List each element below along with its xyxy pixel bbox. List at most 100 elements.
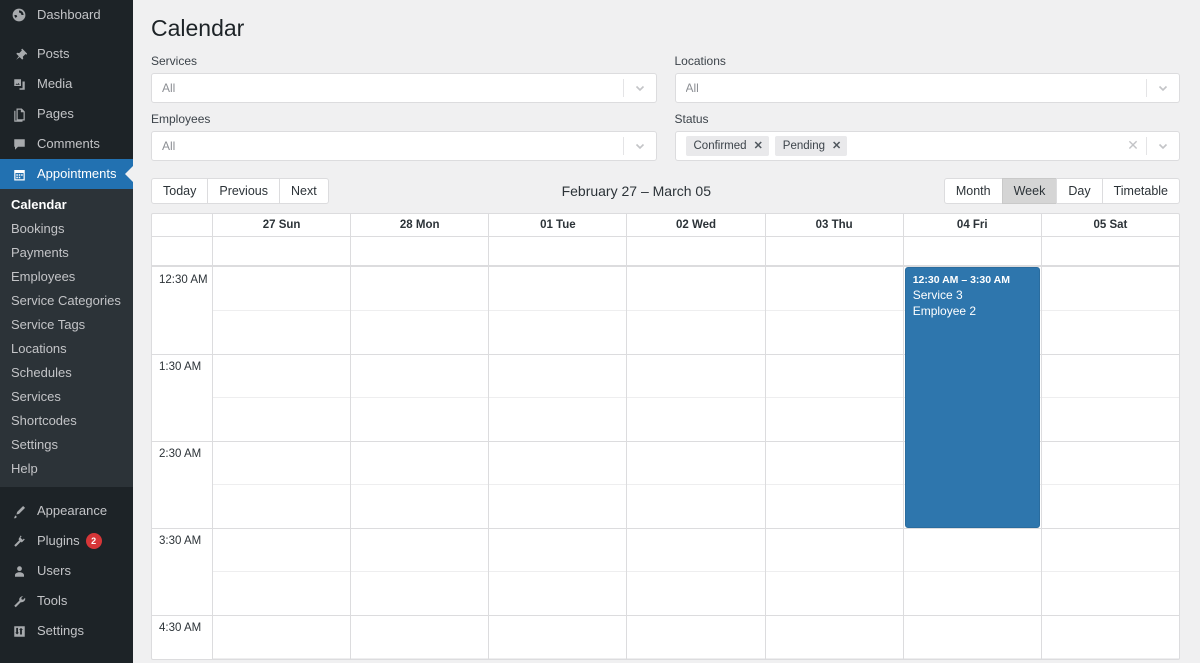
submenu-item-settings[interactable]: Settings [0, 433, 133, 457]
nav-button-group: Today Previous Next [151, 177, 329, 204]
clear-all-icon[interactable]: ✕ [1120, 137, 1146, 154]
sidebar-item-label: Media [37, 76, 73, 91]
employees-select[interactable]: All [151, 130, 657, 161]
pages-icon [9, 104, 29, 124]
status-chip-pending[interactable]: Pending ✕ [774, 135, 848, 156]
view-month-button[interactable]: Month [943, 177, 1003, 204]
all-day-cell-4[interactable] [766, 236, 904, 265]
submenu-label: Service Tags [11, 317, 86, 332]
submenu-label: Payments [11, 245, 69, 260]
all-day-gutter [152, 236, 213, 265]
plugins-update-badge: 2 [85, 533, 102, 549]
day-column-6[interactable] [1041, 267, 1179, 659]
pin-icon [9, 44, 29, 64]
submenu-item-shortcodes[interactable]: Shortcodes [0, 409, 133, 433]
sidebar-item-appearance[interactable]: Appearance [0, 496, 133, 526]
all-day-cell-3[interactable] [627, 236, 766, 265]
chevron-down-icon[interactable] [1147, 140, 1179, 152]
previous-button[interactable]: Previous [207, 177, 280, 204]
view-button-group: Month Week Day Timetable [943, 177, 1180, 204]
view-week-button[interactable]: Week [1001, 177, 1058, 204]
all-day-cell-5[interactable] [904, 236, 1042, 265]
submenu-item-help[interactable]: Help [0, 457, 133, 481]
submenu-item-calendar[interactable]: Calendar [0, 193, 133, 217]
all-day-cell-1[interactable] [351, 236, 490, 265]
dashboard-icon [9, 5, 29, 25]
menu-divider-bottom [0, 487, 133, 496]
chevron-down-icon[interactable] [1147, 82, 1179, 94]
all-day-cell-6[interactable] [1042, 237, 1179, 265]
submenu-item-bookings[interactable]: Bookings [0, 217, 133, 241]
submenu-item-schedules[interactable]: Schedules [0, 361, 133, 385]
all-day-cell-2[interactable] [489, 236, 628, 265]
day-header-5[interactable]: 04 Fri [904, 213, 1042, 236]
status-chip-list: Confirmed ✕ Pending ✕ [685, 135, 1121, 156]
all-day-cell-0[interactable] [213, 236, 352, 265]
sidebar-item-tools[interactable]: Tools [0, 586, 133, 616]
submenu-item-payments[interactable]: Payments [0, 241, 133, 265]
sidebar-item-settings[interactable]: Settings [0, 616, 133, 646]
close-icon[interactable]: ✕ [832, 139, 841, 152]
user-icon [9, 561, 29, 581]
submenu-item-services[interactable]: Services [0, 385, 133, 409]
close-icon[interactable]: ✕ [754, 139, 763, 152]
sidebar-item-posts[interactable]: Posts [0, 39, 133, 69]
sidebar-item-pages[interactable]: Pages [0, 99, 133, 129]
services-select[interactable]: All [151, 72, 657, 103]
admin-sidebar: Dashboard Posts Media Pages Comments App… [0, 0, 133, 663]
sidebar-item-comments[interactable]: Comments [0, 129, 133, 159]
sidebar-item-appointments[interactable]: Appointments [0, 159, 133, 189]
appointment-event[interactable]: 12:30 AM – 3:30 AM Service 3 Employee 2 [904, 266, 1040, 528]
chevron-down-icon[interactable] [624, 82, 656, 94]
submenu-label: Services [11, 389, 61, 404]
sidebar-item-label: Appointments [37, 166, 117, 181]
day-header-6[interactable]: 05 Sat [1042, 214, 1179, 236]
status-select[interactable]: Confirmed ✕ Pending ✕ ✕ [674, 130, 1180, 161]
day-header-1[interactable]: 28 Mon [351, 213, 490, 236]
status-chip-confirmed[interactable]: Confirmed ✕ [685, 135, 769, 156]
sidebar-main-menu: Dashboard Posts Media Pages Comments App… [0, 0, 133, 189]
wrench-icon [9, 591, 29, 611]
today-button[interactable]: Today [151, 177, 209, 204]
submenu-item-service-tags[interactable]: Service Tags [0, 313, 133, 337]
sidebar-item-label: Plugins [37, 533, 80, 548]
brush-icon [9, 501, 29, 521]
submenu-label: Schedules [11, 365, 72, 380]
day-header-3[interactable]: 02 Wed [627, 213, 766, 236]
submenu-item-locations[interactable]: Locations [0, 337, 133, 361]
event-time: 12:30 AM – 3:30 AM [912, 273, 1010, 286]
submenu-item-employees[interactable]: Employees [0, 265, 133, 289]
view-day-button[interactable]: Day [1056, 177, 1103, 204]
employees-field: Employees All [151, 112, 657, 161]
sidebar-item-plugins[interactable]: Plugins 2 [0, 526, 133, 556]
view-timetable-button[interactable]: Timetable [1101, 177, 1180, 204]
day-column-5[interactable]: 12:30 AM – 3:30 AM Service 3 Employee 2 [903, 266, 1042, 659]
sliders-icon [9, 621, 29, 641]
sidebar-item-dashboard[interactable]: Dashboard [0, 0, 133, 30]
day-column-4[interactable] [765, 266, 904, 659]
day-header-4[interactable]: 03 Thu [766, 213, 904, 236]
plug-icon [9, 531, 29, 551]
day-column-1[interactable] [351, 266, 490, 659]
media-icon [9, 74, 29, 94]
time-label-4: 4:30 AM [159, 621, 202, 634]
sidebar-item-media[interactable]: Media [0, 69, 133, 99]
day-column-2[interactable] [489, 266, 628, 659]
main-content: Calendar Services All Employees All Loca… [133, 0, 1200, 663]
date-range-title: February 27 – March 05 [561, 182, 711, 199]
filter-column-left: Services All Employees All [151, 54, 657, 170]
services-value: All [162, 80, 176, 95]
submenu-label: Help [11, 461, 38, 476]
sidebar-item-users[interactable]: Users [0, 556, 133, 586]
day-column-3[interactable] [627, 266, 766, 659]
locations-select[interactable]: All [674, 72, 1180, 103]
submenu-item-service-categories[interactable]: Service Categories [0, 289, 133, 313]
day-column-0[interactable] [213, 266, 352, 659]
sidebar-item-label: Settings [37, 623, 84, 638]
sidebar-item-label: Users [37, 563, 71, 578]
next-button[interactable]: Next [279, 177, 329, 204]
day-header-0[interactable]: 27 Sun [213, 213, 352, 236]
chevron-down-icon[interactable] [624, 140, 656, 152]
services-label: Services [151, 53, 198, 68]
day-header-2[interactable]: 01 Tue [489, 213, 628, 236]
